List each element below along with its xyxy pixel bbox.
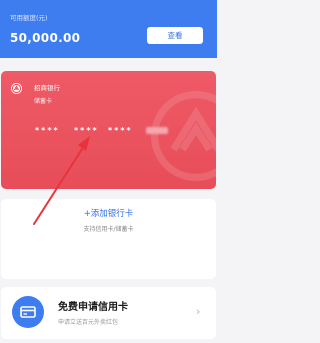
promo-subtitle: 申请立送百元外卖红包 <box>58 319 119 326</box>
promo-title: 免费申请信用卡 <box>58 302 128 313</box>
add-card-button[interactable]: +添加银行卡 <box>0 207 217 219</box>
chevron-right-icon: › <box>196 305 201 318</box>
add-card-hint: 支持信用卡/储蓄卡 <box>83 226 134 233</box>
credit-header: 可用额度(元) 50,000.00 查看 <box>0 0 217 58</box>
card-number-group-2: **** <box>74 126 99 135</box>
credit-amount: 50,000.00 <box>10 31 81 45</box>
bank-watermark-icon <box>151 91 216 181</box>
bank-name: 招商银行 <box>34 84 60 92</box>
bank-logo-icon <box>11 83 22 94</box>
credit-label: 可用额度(元) <box>10 14 48 22</box>
card-number-group-3: **** <box>108 126 133 135</box>
view-button[interactable]: 查看 <box>147 27 203 44</box>
card-number-group-1: **** <box>35 126 60 135</box>
credit-card-icon <box>12 296 44 328</box>
apply-credit-card-promo[interactable]: 免费申请信用卡 申请立送百元外卖红包 › <box>1 287 216 339</box>
card-type: 储蓄卡 <box>34 98 53 105</box>
card-number-tail-blurred <box>146 127 168 134</box>
bank-card[interactable]: 招商银行 储蓄卡 **** **** **** <box>1 71 216 189</box>
